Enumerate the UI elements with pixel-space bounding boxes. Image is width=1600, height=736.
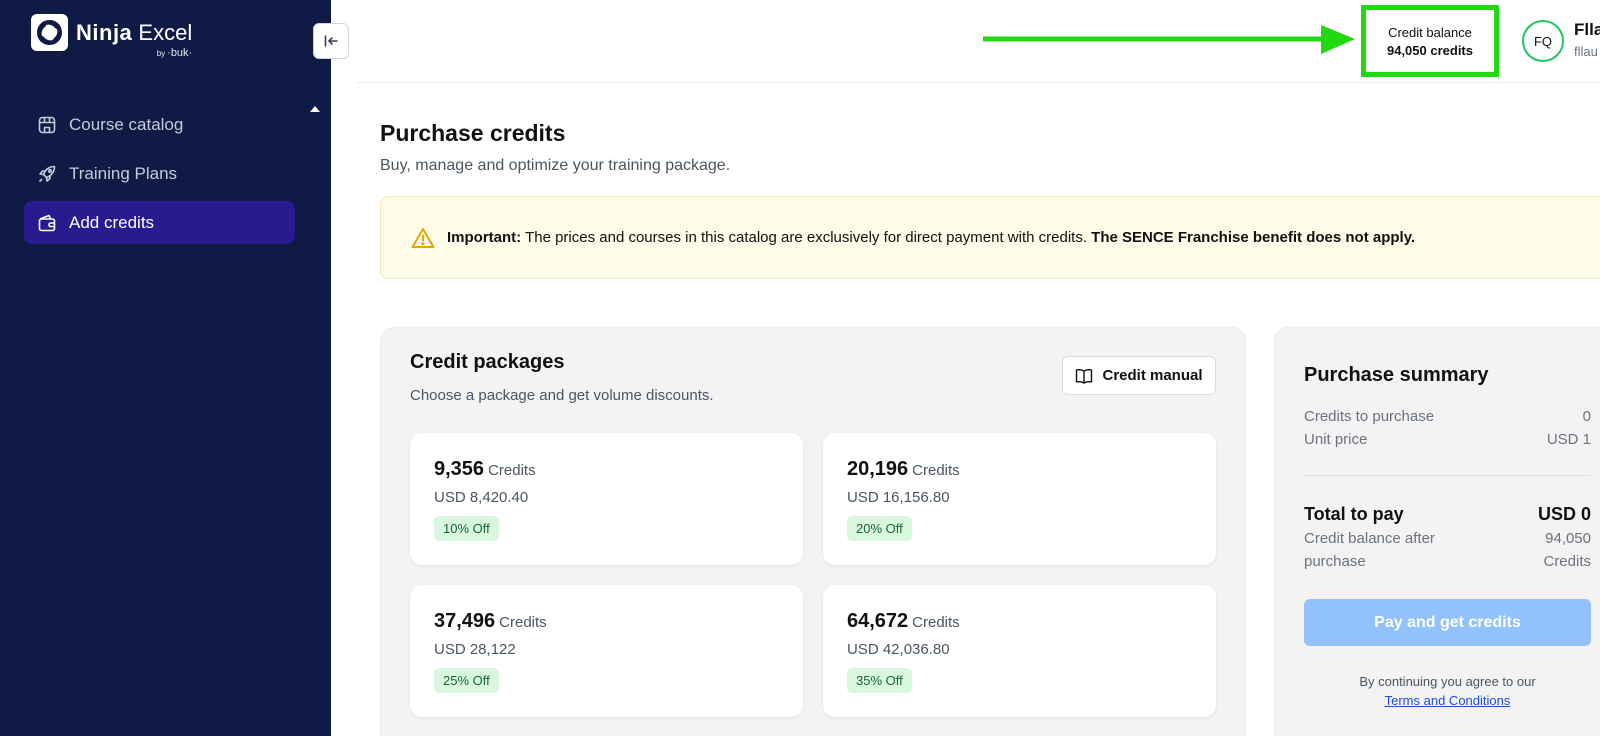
summary-row-balance-after-cont: purchase Credits [1304, 553, 1591, 570]
sidebar-item-label: Training Plans [69, 163, 178, 183]
summary-row-credits: Credits to purchase 0 [1304, 408, 1591, 425]
credit-package-card[interactable]: 9,356 Credits USD 8,420.40 10% Off [410, 433, 803, 565]
book-icon [1075, 368, 1093, 384]
summary-label: Credits to purchase [1304, 408, 1435, 425]
discount-badge: 20% Off [847, 516, 912, 541]
sidebar-item-training-plans[interactable]: Training Plans [24, 152, 295, 195]
package-price: USD 28,122 [434, 641, 516, 658]
by-label: by [156, 49, 166, 58]
summary-value: Credits [1543, 553, 1591, 570]
package-credits: 20,196 [847, 458, 909, 480]
package-credits: 37,496 [434, 610, 496, 632]
summary-row-total: Total to pay USD 0 [1304, 504, 1591, 525]
total-label: Total to pay [1304, 504, 1404, 524]
sidebar-nav: Course catalog Training Plans Add credit… [24, 103, 295, 250]
discount-badge: 35% Off [847, 668, 912, 693]
discount-badge: 10% Off [434, 516, 499, 541]
package-price: USD 42,036.80 [847, 641, 950, 658]
package-credits: 64,672 [847, 610, 909, 632]
annotation-arrow-icon [983, 25, 1355, 54]
credit-package-card[interactable]: 37,496 Credits USD 28,122 25% Off [410, 585, 803, 717]
wallet-icon [36, 212, 58, 234]
pay-button[interactable]: Pay and get credits [1304, 599, 1591, 646]
page-subtitle: Buy, manage and optimize your training p… [380, 157, 731, 174]
total-value: USD 0 [1537, 504, 1591, 524]
rocket-icon [36, 163, 58, 185]
credit-balance-value: 94,050 credits [1386, 42, 1473, 58]
sidebar-item-add-credits[interactable]: Add credits [24, 201, 295, 244]
terms-link[interactable]: Terms and Conditions [1304, 693, 1591, 708]
summary-title: Purchase summary [1304, 364, 1489, 386]
packages-title: Credit packages [410, 351, 565, 373]
credit-balance-label: Credit balance [1388, 24, 1472, 40]
store-icon [36, 114, 58, 136]
collapse-sidebar-button[interactable] [313, 23, 349, 59]
credit-package-card[interactable]: 64,672 Credits USD 42,036.80 35% Off [823, 585, 1216, 717]
page-title: Purchase credits [380, 120, 566, 146]
notice-text: The prices and courses in this catalog a… [521, 229, 1092, 246]
packages-subtitle: Choose a package and get volume discount… [410, 387, 714, 404]
summary-value: 94,050 [1545, 530, 1591, 547]
summary-divider [1304, 475, 1591, 476]
ninja-logo-icon [31, 14, 68, 51]
top-header: Credit balance 94,050 credits FQ Fllau f… [356, 0, 1600, 83]
sidebar: Ninja Excel by ·buk· Course catalog Trai… [0, 0, 331, 736]
package-price: USD 8,420.40 [434, 489, 529, 506]
summary-label: Unit price [1304, 431, 1368, 448]
app-name-rest: Excel [138, 20, 193, 45]
scroll-up-icon[interactable] [310, 106, 320, 112]
credit-packages-panel: Credit packages Choose a package and get… [380, 327, 1246, 736]
package-unit: Credits [488, 462, 536, 479]
app-name-bold: Ninja [76, 20, 133, 45]
brand-label: ·buk· [167, 47, 193, 59]
summary-row-unit-price: Unit price USD 1 [1304, 431, 1591, 448]
summary-value: USD 1 [1546, 431, 1591, 448]
summary-label: Credit balance after [1304, 530, 1435, 547]
credit-manual-button[interactable]: Credit manual [1062, 356, 1216, 395]
summary-label: purchase [1304, 553, 1366, 570]
collapse-left-icon [323, 33, 339, 49]
credit-package-card[interactable]: 20,196 Credits USD 16,156.80 20% Off [823, 433, 1216, 565]
package-credits: 9,356 [434, 458, 485, 480]
summary-row-balance-after: Credit balance after 94,050 [1304, 530, 1591, 547]
avatar[interactable]: FQ [1522, 20, 1564, 62]
sidebar-item-label: Add credits [69, 212, 155, 232]
sidebar-item-label: Course catalog [69, 114, 184, 134]
credit-balance-widget[interactable]: Credit balance 94,050 credits [1361, 5, 1499, 77]
package-unit: Credits [499, 614, 547, 631]
discount-badge: 25% Off [434, 668, 499, 693]
summary-value: 0 [1582, 408, 1591, 425]
notice-tail: The SENCE Franchise benefit does not app… [1091, 229, 1416, 246]
purchase-summary-panel: Purchase summary Credits to purchase 0 U… [1274, 327, 1600, 736]
user-name: Fllau [1574, 20, 1600, 39]
sidebar-item-course-catalog[interactable]: Course catalog [24, 103, 295, 146]
agree-text: By continuing you agree to our [1359, 674, 1536, 689]
package-price: USD 16,156.80 [847, 489, 950, 506]
warning-icon [411, 227, 435, 249]
important-notice: Important: The prices and courses in thi… [380, 196, 1600, 279]
notice-lead: Important: [447, 229, 522, 246]
package-unit: Credits [912, 462, 960, 479]
credit-manual-label: Credit manual [1102, 367, 1203, 384]
package-unit: Credits [912, 614, 960, 631]
app-logo[interactable]: Ninja Excel by ·buk· [31, 14, 192, 59]
user-email: fllau [1574, 44, 1598, 59]
